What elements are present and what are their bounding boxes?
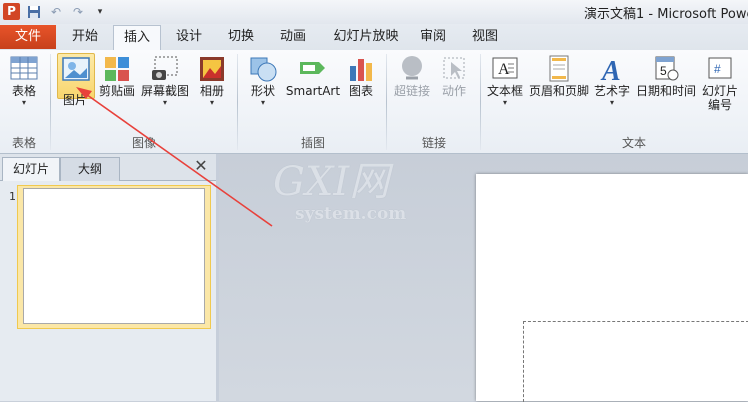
quick-access-toolbar: ↶ ↷ ▾ bbox=[26, 3, 108, 21]
chevron-down-icon: ▾ bbox=[21, 98, 26, 107]
group-divider bbox=[237, 54, 238, 150]
album-button[interactable]: 相册 ▾ bbox=[194, 54, 230, 108]
picture-button-label[interactable]: 图片 bbox=[57, 93, 93, 107]
chevron-down-icon: ▾ bbox=[209, 98, 214, 107]
tab-animations[interactable]: 动画 bbox=[270, 25, 316, 49]
action-button[interactable]: 动作 bbox=[436, 54, 472, 98]
tab-design[interactable]: 设计 bbox=[166, 25, 212, 49]
group-label-link: 链接 bbox=[421, 136, 446, 150]
slide-thumbnail[interactable] bbox=[23, 188, 205, 324]
calendar-icon: 5 bbox=[650, 54, 682, 84]
slide-number-icon: # bbox=[704, 54, 736, 84]
chart-icon bbox=[345, 54, 377, 84]
smartart-button[interactable]: SmartArt bbox=[285, 54, 341, 98]
header-footer-button[interactable]: 页眉和页脚 bbox=[528, 54, 590, 98]
tab-insert[interactable]: 插入 bbox=[113, 25, 161, 51]
save-icon[interactable] bbox=[26, 4, 42, 20]
screenshot-icon bbox=[149, 54, 181, 84]
group-divider bbox=[50, 54, 51, 150]
tab-view[interactable]: 视图 bbox=[462, 25, 508, 49]
textbox-icon: A bbox=[489, 54, 521, 84]
group-label-text: 文本 bbox=[621, 136, 646, 150]
action-icon bbox=[438, 54, 470, 84]
powerpoint-app-icon[interactable]: P bbox=[3, 3, 20, 20]
group-label-image: 图像 bbox=[131, 136, 156, 150]
table-button[interactable]: 表格 ▾ bbox=[4, 54, 44, 108]
group-label-illustration: 插图 bbox=[300, 136, 325, 150]
ribbon: 表格 ▾ 表格 图片 剪贴画 屏幕截图 ▾ 相册 ▾ 图像 形状 ▾ Smart… bbox=[0, 50, 748, 154]
chevron-down-icon: ▾ bbox=[162, 98, 167, 107]
wordart-icon: A bbox=[596, 54, 628, 87]
redo-icon[interactable]: ↷ bbox=[70, 4, 86, 20]
textbox-button[interactable]: A 文本框 ▾ bbox=[485, 54, 525, 108]
customize-toolbar-icon[interactable]: ▾ bbox=[92, 4, 108, 20]
chevron-down-icon: ▾ bbox=[260, 98, 265, 107]
screenshot-button[interactable]: 屏幕截图 ▾ bbox=[138, 54, 192, 108]
content-placeholder[interactable] bbox=[523, 321, 748, 402]
shape-button[interactable]: 形状 ▾ bbox=[244, 54, 282, 108]
tab-outline[interactable]: 大纲 bbox=[60, 157, 120, 181]
tab-home[interactable]: 开始 bbox=[62, 25, 108, 49]
clipart-button[interactable]: 剪贴画 bbox=[96, 54, 138, 98]
tab-file[interactable]: 文件 bbox=[0, 25, 56, 49]
clipart-icon bbox=[101, 54, 133, 84]
svg-text:5: 5 bbox=[660, 64, 667, 78]
svg-text:A: A bbox=[600, 56, 621, 84]
table-icon bbox=[8, 54, 40, 84]
close-icon[interactable]: ✕ bbox=[193, 157, 209, 175]
undo-icon[interactable]: ↶ bbox=[48, 4, 64, 20]
tab-slideshow[interactable]: 幻灯片放映 bbox=[328, 25, 404, 49]
tab-transitions[interactable]: 切换 bbox=[218, 25, 264, 49]
hyperlink-button[interactable]: 超链接 bbox=[392, 54, 432, 98]
wordart-button[interactable]: A 艺术字 ▾ bbox=[592, 54, 632, 108]
globe-link-icon bbox=[396, 54, 428, 84]
group-label-table: 表格 bbox=[11, 136, 36, 150]
window-title: 演示文稿1 - Microsoft Powe bbox=[584, 7, 748, 22]
datetime-button[interactable]: 5 日期和时间 bbox=[634, 54, 698, 98]
svg-text:#: # bbox=[714, 62, 721, 76]
smartart-icon bbox=[297, 54, 329, 84]
group-divider bbox=[480, 54, 481, 150]
chart-button[interactable]: 图表 bbox=[344, 54, 378, 98]
group-divider bbox=[386, 54, 387, 150]
shapes-icon bbox=[247, 54, 279, 84]
header-footer-icon bbox=[543, 54, 575, 84]
chevron-down-icon: ▾ bbox=[609, 98, 614, 107]
watermark-logo: GXI网 system.com bbox=[273, 159, 407, 224]
slide-number-button[interactable]: # 幻灯片 编号 bbox=[700, 54, 740, 112]
chevron-down-icon: ▾ bbox=[502, 98, 507, 107]
picture-icon bbox=[60, 56, 92, 86]
photo-album-icon bbox=[196, 54, 228, 84]
tab-review[interactable]: 审阅 bbox=[410, 25, 456, 49]
slide-number-label: 1 bbox=[9, 190, 16, 203]
tab-slides[interactable]: 幻灯片 bbox=[2, 157, 60, 181]
